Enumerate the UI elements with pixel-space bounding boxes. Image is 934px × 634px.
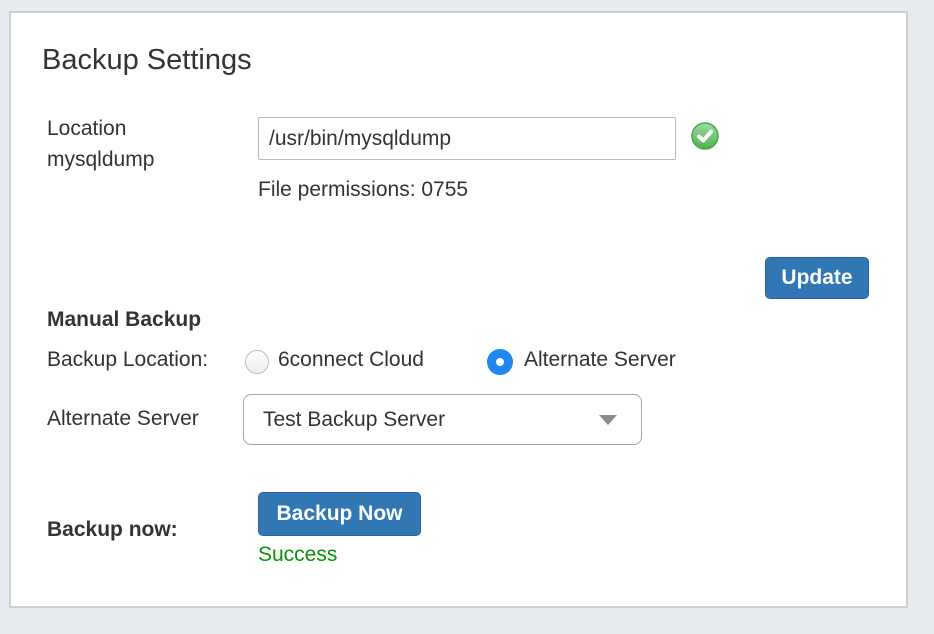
- backup-settings-panel: Backup Settings Location mysqldump File …: [9, 11, 908, 608]
- page-title: Backup Settings: [42, 44, 252, 77]
- valid-check-icon: [691, 122, 719, 150]
- mysqldump-location-label: Location mysqldump: [47, 113, 222, 175]
- radio-alternate-server-label[interactable]: Alternate Server: [524, 348, 676, 372]
- chevron-down-icon: [599, 415, 617, 425]
- alternate-server-selected-value: Test Backup Server: [244, 408, 599, 432]
- alternate-server-label: Alternate Server: [47, 407, 199, 431]
- backup-location-label: Backup Location:: [47, 348, 208, 372]
- mysqldump-path-input[interactable]: [258, 117, 676, 160]
- backup-now-label: Backup now:: [47, 518, 178, 542]
- backup-now-button[interactable]: Backup Now: [258, 492, 421, 536]
- radio-alternate-server[interactable]: [487, 349, 513, 375]
- radio-6connect-cloud[interactable]: [245, 350, 269, 374]
- radio-6connect-cloud-label[interactable]: 6connect Cloud: [278, 348, 424, 372]
- update-button[interactable]: Update: [765, 257, 869, 299]
- alternate-server-select[interactable]: Test Backup Server: [243, 394, 642, 445]
- file-permissions-note: File permissions: 0755: [258, 178, 468, 202]
- manual-backup-heading: Manual Backup: [47, 308, 201, 332]
- backup-status-success: Success: [258, 543, 337, 567]
